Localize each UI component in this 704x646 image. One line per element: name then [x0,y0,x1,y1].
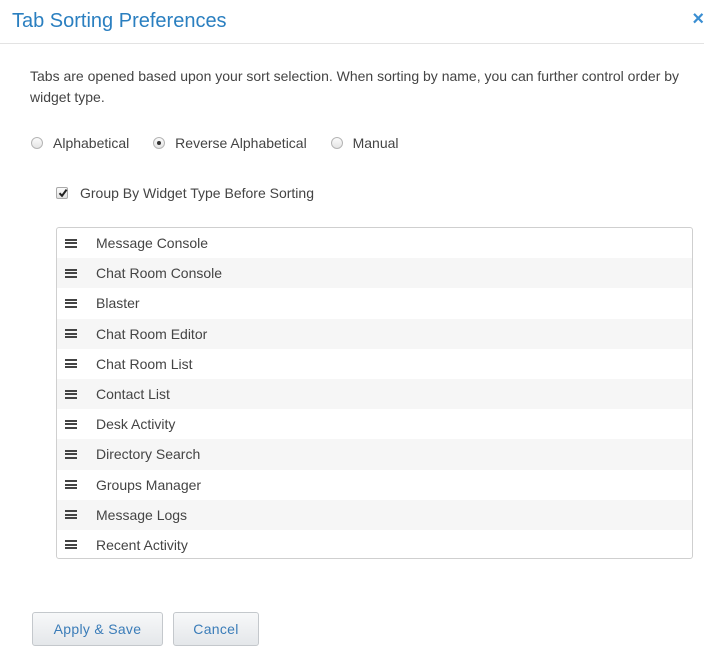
list-item[interactable]: Directory Search [57,439,692,470]
list-item-label: Recent Activity [96,536,188,553]
group-by-widget-type-checkbox[interactable]: Group By Widget Type Before Sorting [56,185,314,201]
list-item[interactable]: Groups Manager [57,470,692,500]
drag-handle-icon[interactable] [65,480,77,490]
checkbox-label: Group By Widget Type Before Sorting [80,185,314,201]
list-item[interactable]: Blaster [57,288,692,318]
list-item-label: Contact List [96,386,170,403]
list-item-label: Groups Manager [96,476,202,493]
list-item-label: Chat Room Console [96,265,223,282]
checkmark-icon [58,189,68,198]
radio-button-icon[interactable] [330,137,343,149]
list-item-label: Directory Search [96,446,201,463]
list-item[interactable]: Chat Room List [57,349,692,379]
dialog-title: Tab Sorting Preferences [12,10,227,32]
drag-handle-icon[interactable] [65,449,77,459]
cancel-button[interactable]: Cancel [173,612,259,646]
list-item[interactable]: Chat Room Console [57,258,692,289]
dialog-description: Tabs are opened based upon your sort sel… [30,68,680,105]
drag-handle-icon[interactable] [65,268,77,278]
apply-save-button[interactable]: Apply & Save [32,612,163,646]
drag-handle-icon[interactable] [65,510,77,520]
list-item[interactable]: Message Logs [57,499,692,530]
drag-handle-icon[interactable] [65,540,77,550]
list-item[interactable]: Contact List [57,378,692,410]
radio-label: Manual [352,135,399,151]
drag-handle-icon[interactable] [65,389,77,399]
drag-handle-icon[interactable] [65,238,77,248]
list-item[interactable]: Chat Room Editor [57,318,692,349]
list-item-label: Message Console [96,235,209,252]
sort-radio-group: Alphabetical Reverse Alphabetical Manual [31,135,419,155]
radio-alphabetical[interactable]: Alphabetical [31,135,129,151]
radio-button-checked-icon[interactable] [153,137,166,149]
checkbox-icon[interactable] [56,187,68,199]
radio-button-icon[interactable] [31,137,43,149]
list-item-label: Message Logs [96,506,188,523]
list-item-label: Desk Activity [96,416,176,433]
radio-manual[interactable]: Manual [330,135,399,151]
radio-reverse-alphabetical[interactable]: Reverse Alphabetical [153,135,307,151]
drag-handle-icon[interactable] [65,329,77,339]
drag-handle-icon[interactable] [65,298,77,308]
list-item-label: Blaster [96,295,140,312]
list-item[interactable]: Desk Activity [57,409,692,439]
list-item[interactable]: Recent Activity [57,530,692,558]
widget-sort-list: Message Console Chat Room Console Blaster C… [56,227,693,559]
radio-label: Alphabetical [53,135,130,151]
list-item[interactable]: Message Console [57,228,692,258]
list-item-label: Chat Room List [96,355,193,372]
dialog-footer: Apply & Save Cancel [32,612,269,646]
radio-label: Reverse Alphabetical [175,135,307,151]
close-icon[interactable]: × [692,8,704,30]
drag-handle-icon[interactable] [65,419,77,429]
list-item-label: Chat Room Editor [96,325,208,342]
dialog-header: Tab Sorting Preferences × [0,0,704,44]
drag-handle-icon[interactable] [65,359,77,369]
